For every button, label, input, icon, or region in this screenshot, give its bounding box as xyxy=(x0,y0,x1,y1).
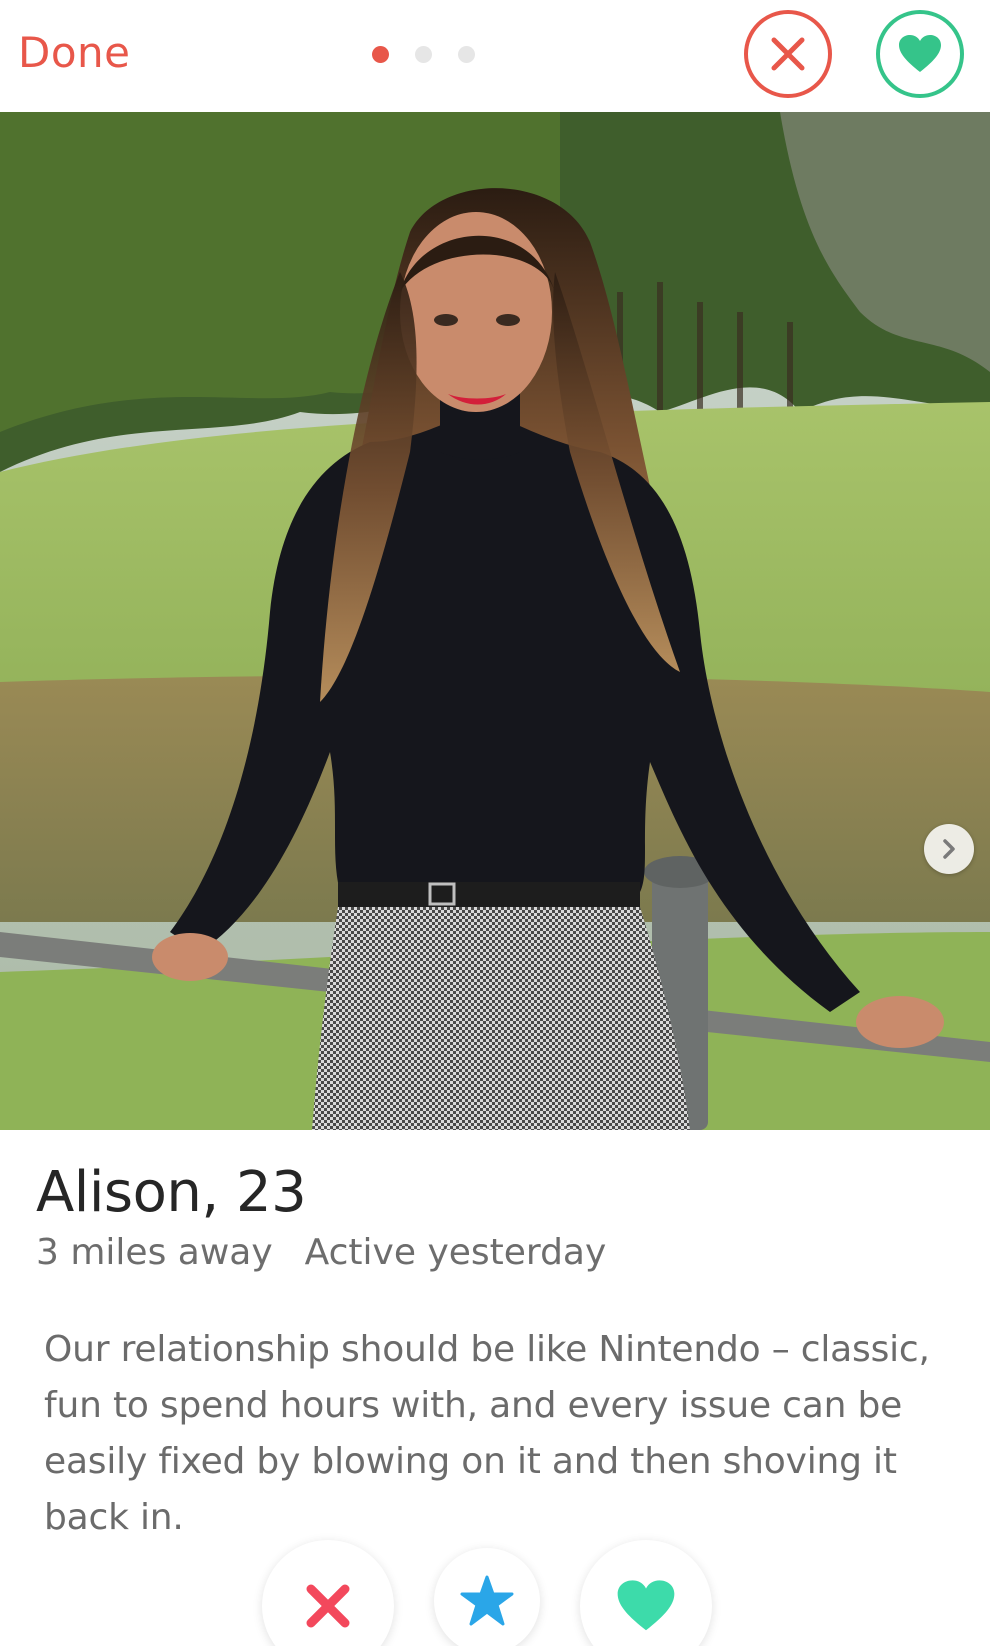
action-bar xyxy=(0,1540,990,1646)
super-like-button[interactable] xyxy=(434,1548,540,1646)
top-nope-button[interactable] xyxy=(744,10,832,98)
photo-dot-1[interactable] xyxy=(372,46,389,63)
top-bar: Done xyxy=(0,0,990,112)
x-icon xyxy=(306,1584,350,1628)
profile-name-age: Alison, 23 xyxy=(36,1160,307,1225)
heart-icon xyxy=(899,35,941,72)
profile-bio: Our relationship should be like Nintendo… xyxy=(44,1329,930,1538)
photo-indicator xyxy=(372,46,475,63)
distance-text: 3 miles away xyxy=(36,1232,273,1273)
photo-dot-2[interactable] xyxy=(415,46,432,63)
done-button[interactable]: Done xyxy=(18,28,131,77)
chevron-right-icon xyxy=(943,839,955,859)
photo-illustration xyxy=(0,112,990,1130)
like-button[interactable] xyxy=(580,1540,712,1646)
activity-text: Active yesterday xyxy=(304,1232,607,1273)
close-icon xyxy=(771,37,805,71)
photo-dot-3[interactable] xyxy=(458,46,475,63)
top-like-button[interactable] xyxy=(876,10,964,98)
star-icon xyxy=(460,1575,514,1626)
nope-button[interactable] xyxy=(262,1540,394,1646)
heart-icon xyxy=(617,1580,675,1631)
profile-photo[interactable] xyxy=(0,112,990,1130)
profile-screen: Done Alison, 23 3 miles away Active yest… xyxy=(0,0,990,1646)
profile-meta: 3 miles away Active yesterday xyxy=(36,1232,606,1273)
next-photo-button[interactable] xyxy=(924,824,974,874)
